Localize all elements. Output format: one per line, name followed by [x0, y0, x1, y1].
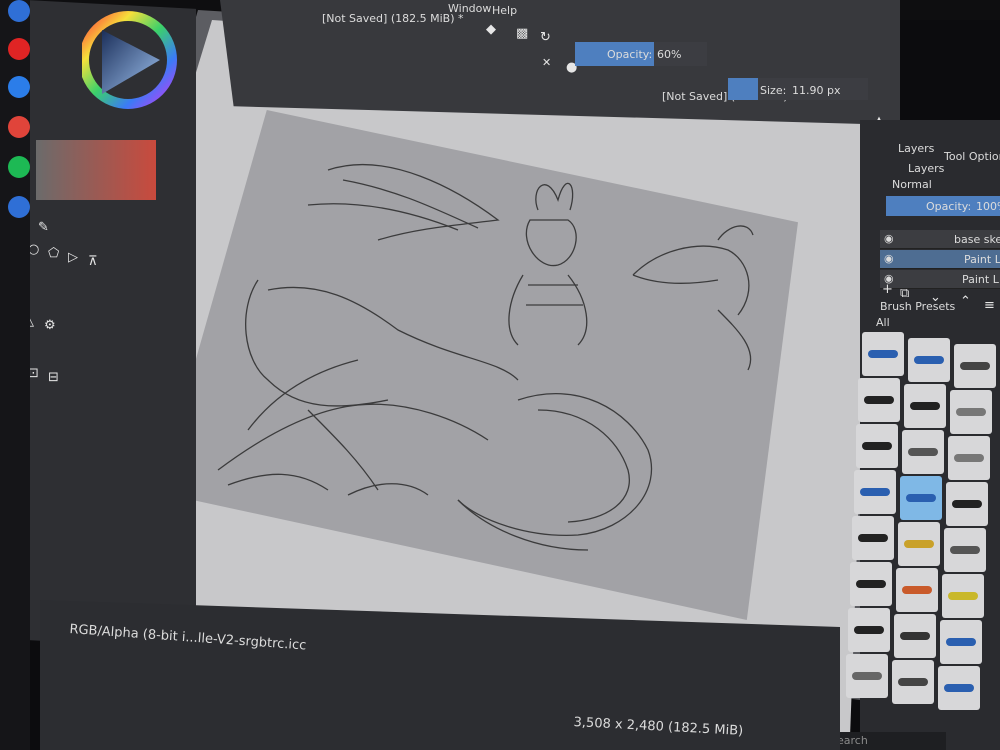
- brush-preset[interactable]: [848, 608, 890, 652]
- document-tab-title[interactable]: [Not Saved] (182.5 MiB) *: [322, 12, 464, 25]
- youtube-icon[interactable]: [8, 38, 30, 60]
- brush-preset-grid: [846, 332, 1000, 732]
- brush-preset[interactable]: [904, 384, 946, 428]
- add-icon[interactable]: +: [882, 282, 893, 297]
- path-tool-icon[interactable]: ▷: [68, 250, 78, 265]
- layer-name: Paint L: [962, 273, 999, 286]
- app-icon-3[interactable]: [8, 76, 30, 98]
- blend-mode-select[interactable]: Normal: [892, 178, 932, 191]
- brush-preset[interactable]: [896, 568, 938, 612]
- brush-preset[interactable]: [858, 378, 900, 422]
- gear-icon[interactable]: ⚙: [44, 318, 56, 333]
- similar-select-icon[interactable]: ⊟: [48, 370, 59, 385]
- app-icon-6[interactable]: [8, 196, 30, 218]
- brush-preset[interactable]: [862, 332, 904, 376]
- opacity-value: 60%: [657, 48, 682, 61]
- opacity-slider[interactable]: Opacity: 60%: [575, 42, 707, 66]
- eraser-icon[interactable]: ◆: [486, 22, 496, 37]
- brush-preset[interactable]: [942, 574, 984, 618]
- paint-app-icon[interactable]: [8, 116, 30, 138]
- duplicate-layer-icon[interactable]: ⧉: [900, 286, 909, 301]
- brush-preset[interactable]: [846, 654, 888, 698]
- layer-name: Paint L: [964, 253, 1000, 266]
- brush-preset[interactable]: [944, 528, 986, 572]
- size-value: 11.90 px: [792, 84, 841, 97]
- layer-opacity-label: Opacity:: [926, 200, 972, 213]
- size-slider[interactable]: Size: 11.90 px: [728, 78, 868, 100]
- brush-preset[interactable]: [908, 338, 950, 382]
- layer-row[interactable]: ◉ Paint L: [880, 270, 1000, 289]
- brush-preset[interactable]: [850, 562, 892, 606]
- brush-preset[interactable]: [938, 666, 980, 710]
- brush-preset[interactable]: [950, 390, 992, 434]
- eye-icon[interactable]: ◉: [884, 252, 894, 265]
- layer-opacity-slider[interactable]: Opacity: 100%: [886, 196, 1000, 216]
- layer-name: base ske: [954, 233, 1000, 246]
- brush-tool-icon[interactable]: ✎: [38, 220, 49, 235]
- brush-preset[interactable]: [892, 660, 934, 704]
- brush-preset[interactable]: [940, 620, 982, 664]
- size-slider-fill: [728, 78, 758, 100]
- polygon-tool-icon[interactable]: ⬠: [48, 246, 59, 261]
- tab-tool-options[interactable]: Tool Option: [944, 150, 1000, 163]
- opacity-label: Opacity:: [607, 48, 653, 61]
- brush-preset-selected[interactable]: [900, 476, 942, 520]
- checker-icon[interactable]: ▩: [516, 26, 528, 41]
- brush-preset[interactable]: [898, 522, 940, 566]
- brush-preset[interactable]: [954, 344, 996, 388]
- os-taskbar: [0, 0, 30, 750]
- brush-preset[interactable]: [948, 436, 990, 480]
- brush-preset[interactable]: [852, 516, 894, 560]
- brush-preset[interactable]: [856, 424, 898, 468]
- chevron-up-icon[interactable]: ⌃: [960, 294, 971, 309]
- brush-search-input[interactable]: Search: [826, 732, 946, 750]
- eye-icon[interactable]: ◉: [884, 232, 894, 245]
- refresh-icon[interactable]: ↻: [540, 30, 551, 45]
- layer-opacity-value: 100%: [976, 200, 1000, 213]
- app-icon-1[interactable]: [8, 0, 30, 22]
- brush-preset[interactable]: [902, 430, 944, 474]
- brush-presets-title: Brush Presets: [880, 300, 956, 313]
- brush-filter-select[interactable]: All: [876, 316, 890, 329]
- layer-row-selected[interactable]: ◉ Paint L: [880, 250, 1000, 269]
- color-wheel[interactable]: [79, 0, 178, 120]
- tab-layers[interactable]: Layers: [898, 142, 934, 155]
- brush-preset[interactable]: [946, 482, 988, 526]
- brush-preset[interactable]: [854, 470, 896, 514]
- menu-help[interactable]: Help: [492, 4, 517, 17]
- layers-panel-title: Layers: [908, 162, 945, 175]
- color-history-strip[interactable]: [36, 140, 156, 200]
- spotify-icon[interactable]: [8, 156, 30, 178]
- menu-icon[interactable]: ≡: [984, 298, 995, 313]
- brush-preset[interactable]: [894, 614, 936, 658]
- layer-row[interactable]: ◉ base ske: [880, 230, 1000, 249]
- size-label: Size:: [760, 84, 787, 97]
- close-icon[interactable]: ✕: [542, 56, 551, 69]
- measure-tool-icon[interactable]: ⊼: [88, 254, 98, 269]
